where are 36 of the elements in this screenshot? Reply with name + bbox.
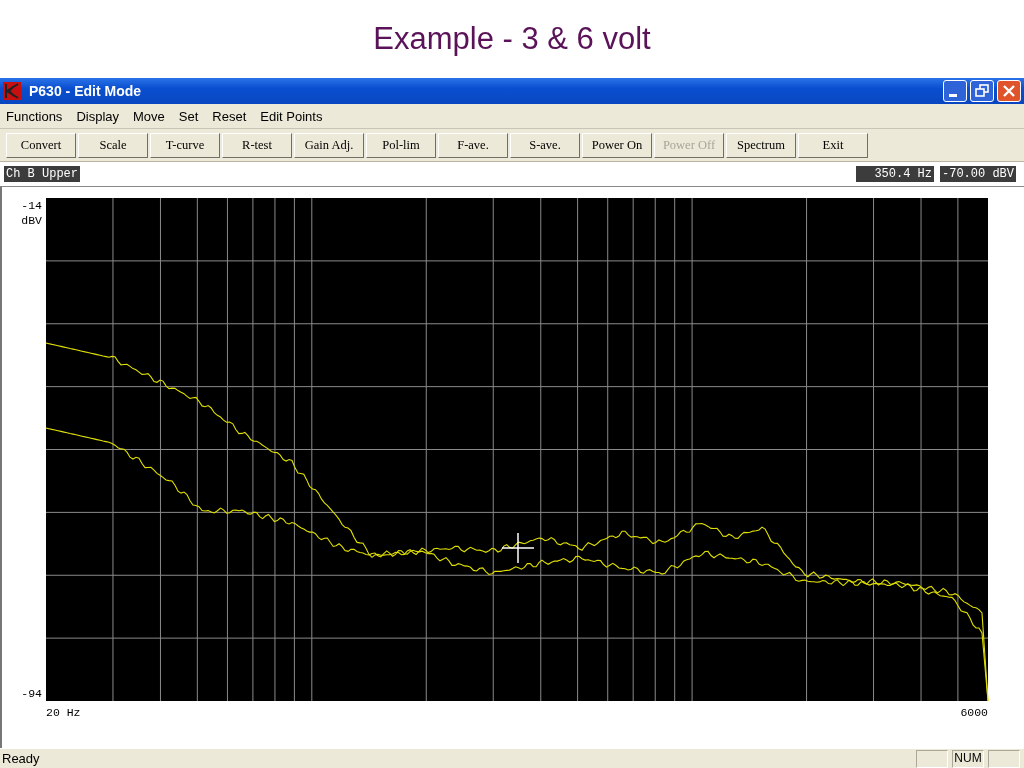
- toolbar-button[interactable]: R-test: [222, 132, 292, 158]
- minimize-button[interactable]: [943, 80, 967, 102]
- toolbar-button[interactable]: Pol-lim: [366, 132, 436, 158]
- toolbar-button[interactable]: F-ave.: [438, 132, 508, 158]
- toolbar-button[interactable]: S-ave.: [510, 132, 580, 158]
- close-button[interactable]: [997, 80, 1021, 102]
- menu-item[interactable]: Reset: [212, 108, 247, 124]
- status-pane: [916, 749, 948, 768]
- x-axis-start-label: 20 Hz: [46, 706, 81, 717]
- menu-item[interactable]: Display: [76, 108, 119, 124]
- frequency-readout: 350.4 Hz: [856, 166, 934, 182]
- num-lock-indicator: NUM: [952, 749, 984, 768]
- minimize-icon: [949, 93, 957, 97]
- window-title: P630 - Edit Mode: [29, 83, 143, 99]
- status-pane: [988, 749, 1020, 768]
- toolbar-button[interactable]: Convert: [6, 132, 76, 158]
- toolbar-button[interactable]: Scale: [78, 132, 148, 158]
- y-axis-bottom-label: -94: [21, 687, 42, 700]
- y-axis-unit: dBV: [21, 214, 42, 227]
- menu-item[interactable]: Move: [133, 108, 165, 124]
- level-readout: -70.00 dBV: [940, 166, 1016, 182]
- slide-title: Example - 3 & 6 volt: [373, 21, 651, 57]
- toolbar-button[interactable]: Gain Adj.: [294, 132, 364, 158]
- menu-item[interactable]: Functions: [6, 108, 63, 124]
- toolbar-button[interactable]: Power On: [582, 132, 652, 158]
- restore-button[interactable]: [970, 80, 994, 102]
- toolbar-button[interactable]: Spectrum: [726, 132, 796, 158]
- status-text: Ready: [2, 751, 41, 766]
- toolbar-button[interactable]: T-curve: [150, 132, 220, 158]
- app-logo-icon: [3, 82, 21, 100]
- channel-readout: Ch B Upper: [4, 166, 80, 182]
- x-axis-end-label: 6000: [960, 706, 988, 717]
- y-axis-top-label: -14: [21, 199, 42, 212]
- menu-item[interactable]: Set: [178, 108, 199, 124]
- menu-item[interactable]: Edit Points: [260, 108, 323, 124]
- toolbar-button[interactable]: Exit: [798, 132, 868, 158]
